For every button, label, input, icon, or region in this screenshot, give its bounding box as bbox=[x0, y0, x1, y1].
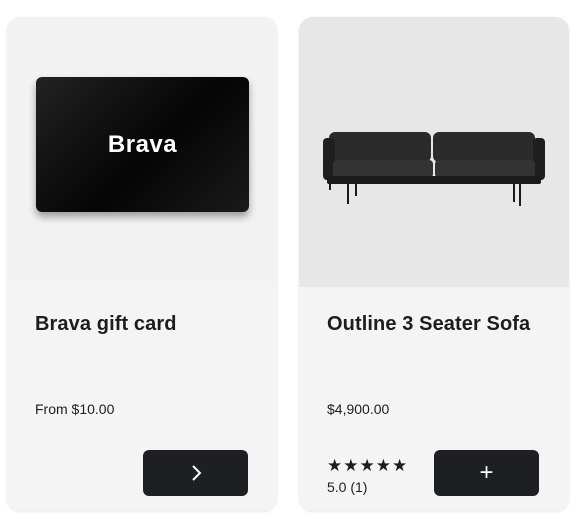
view-product-button[interactable] bbox=[143, 450, 248, 496]
rating-stars: ★★★★★ bbox=[327, 456, 409, 475]
rating-text: 5.0 (1) bbox=[327, 479, 368, 495]
product-image-area[interactable]: Brava bbox=[7, 17, 277, 287]
product-title[interactable]: Brava gift card bbox=[35, 313, 177, 336]
product-title[interactable]: Outline 3 Seater Sofa bbox=[327, 313, 530, 336]
chevron-right-icon bbox=[191, 465, 201, 481]
sofa-image bbox=[323, 132, 545, 206]
plus-icon: + bbox=[479, 459, 494, 486]
add-to-cart-button[interactable]: + bbox=[434, 450, 539, 496]
gift-card-image: Brava bbox=[36, 77, 249, 212]
product-price: From $10.00 bbox=[35, 401, 115, 417]
product-image-area[interactable] bbox=[299, 17, 569, 287]
product-card-sofa[interactable]: Outline 3 Seater Sofa $4,900.00 ★★★★★ 5.… bbox=[299, 17, 569, 511]
product-card-gift-card[interactable]: Brava Brava gift card From $10.00 bbox=[7, 17, 277, 511]
product-price: $4,900.00 bbox=[327, 401, 390, 417]
brava-logo: Brava bbox=[107, 130, 178, 158]
